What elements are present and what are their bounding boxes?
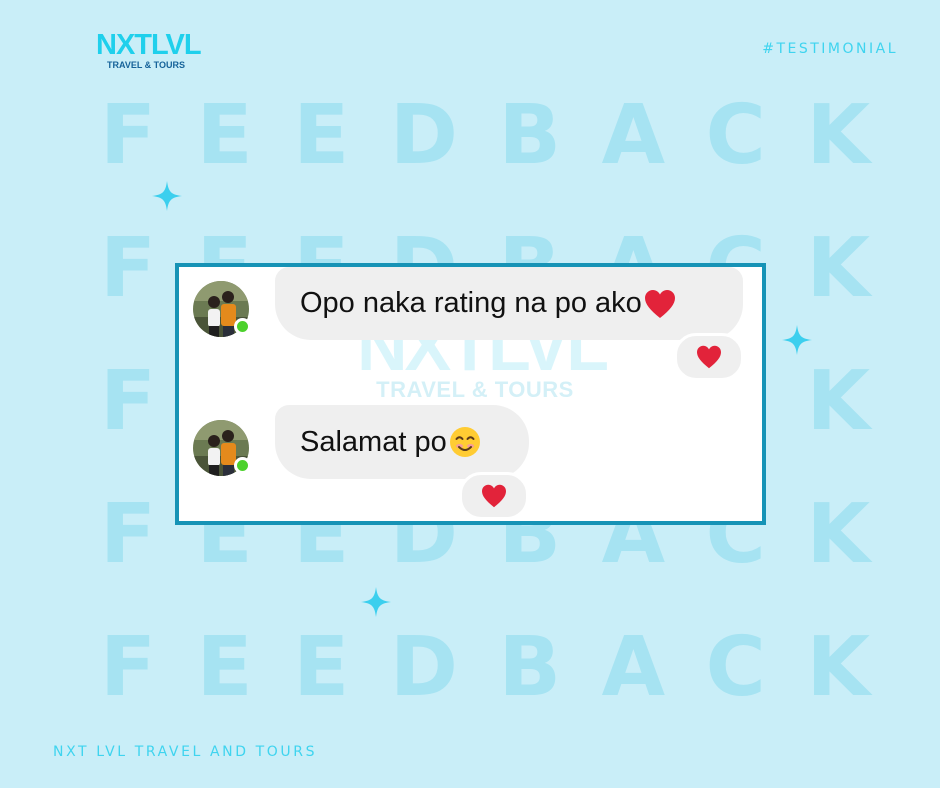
background-letter: C: [705, 88, 766, 183]
background-letter: F: [100, 221, 157, 316]
online-status-dot: [234, 318, 251, 335]
logo-wordmark: NXTLVL: [96, 29, 202, 61]
chat-screenshot-card: NXTLVL TRAVEL & TOURS Opo naka rating na…: [175, 263, 766, 525]
hashtag-label: #TESTIMONIAL: [762, 41, 898, 57]
message-reaction[interactable]: [459, 472, 529, 520]
sparkle-icon: [782, 325, 812, 358]
background-letter: C: [705, 620, 766, 715]
message-bubble[interactable]: Salamat po: [275, 405, 529, 479]
message-bubble[interactable]: Opo naka rating na po ako: [275, 267, 743, 340]
sparkle-icon: [152, 181, 182, 214]
background-letter: A: [601, 88, 666, 183]
background-letter: B: [498, 88, 562, 183]
message-reaction[interactable]: [674, 333, 744, 381]
red-heart-icon: [644, 289, 676, 319]
background-word-row-1: FEEDBACK: [100, 95, 870, 177]
background-letter: F: [100, 354, 157, 449]
background-letter: A: [601, 620, 666, 715]
background-word-row-5: FEEDBACK: [100, 627, 870, 709]
background-letter: K: [806, 354, 870, 449]
online-status-dot: [234, 457, 251, 474]
background-letter: E: [196, 88, 253, 183]
background-letter: K: [806, 620, 870, 715]
brand-logo: NXTLVL TRAVEL & TOURS: [96, 29, 202, 70]
red-heart-icon: [481, 484, 507, 508]
red-heart-icon: [696, 345, 722, 369]
avatar[interactable]: [193, 420, 251, 476]
background-letter: E: [293, 620, 350, 715]
background-letter: D: [389, 88, 458, 183]
watermark-tagline: TRAVEL & TOURS: [376, 377, 574, 402]
background-letter: D: [389, 620, 458, 715]
smiling-face-icon: [449, 426, 481, 458]
background-letter: K: [806, 487, 870, 582]
background-letter: F: [100, 487, 157, 582]
footer-brand-text: NXT LVL TRAVEL AND TOURS: [53, 744, 318, 760]
background-letter: F: [100, 88, 157, 183]
logo-tagline: TRAVEL & TOURS: [106, 60, 185, 70]
avatar[interactable]: [193, 281, 251, 337]
background-letter: E: [196, 620, 253, 715]
background-letter: K: [806, 221, 870, 316]
background-letter: K: [806, 88, 870, 183]
sparkle-icon: [361, 587, 391, 620]
message-text: Salamat po: [300, 425, 447, 458]
message-text: Opo naka rating na po ako: [300, 287, 642, 319]
background-letter: F: [100, 620, 157, 715]
background-letter: E: [293, 88, 350, 183]
background-letter: B: [498, 620, 562, 715]
